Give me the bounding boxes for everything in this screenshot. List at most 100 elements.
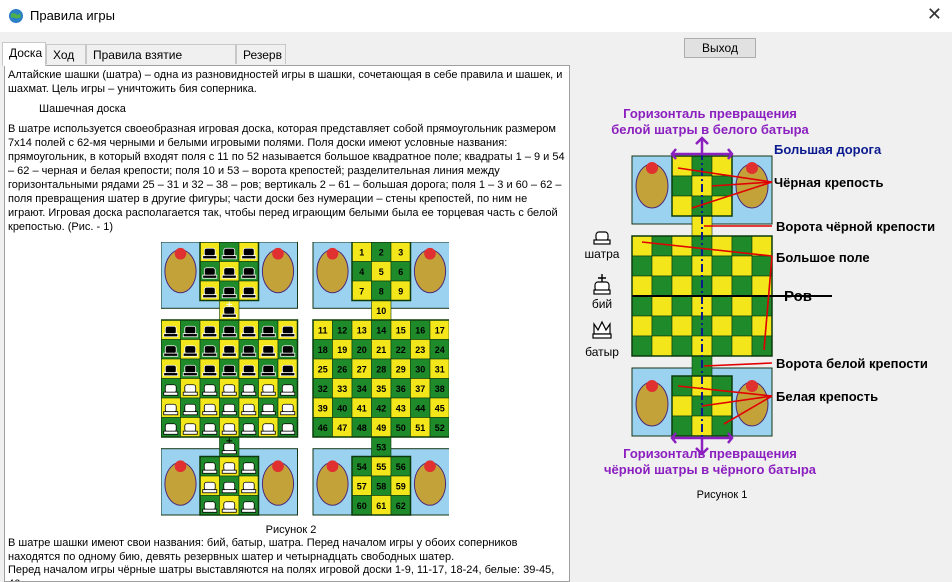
square-number: 59 [396,481,406,491]
black-shatra-piece [202,352,218,357]
square-number: 62 [396,501,406,511]
tab-move[interactable]: Ход [46,44,86,64]
black-shatra-piece [242,286,255,296]
square-number: 23 [415,345,425,355]
black-shatra-piece [221,313,237,318]
square-number: 42 [376,403,386,413]
black-shatra-piece [260,333,276,338]
board-square [671,315,693,337]
figure-1-caption: Рисунок 1 [697,489,748,501]
black-shatra-piece [202,274,218,279]
legend-shatra-label: шатра [585,247,620,261]
square-number: 26 [337,364,347,374]
white-shatra-piece [203,481,216,491]
board-square [731,335,753,357]
square-number: 8 [379,286,384,296]
white-shatra-piece [241,469,257,474]
square-number: 17 [435,325,445,335]
square-number: 53 [376,442,386,452]
square-number: 21 [376,345,386,355]
biy-icon [593,274,611,295]
tab-reserve[interactable]: Резерв [236,44,286,64]
black-shatra-piece [163,352,179,357]
board-square [711,375,733,397]
board-square [731,315,753,337]
tab-capture-rules[interactable]: Правила взятие фигурами [86,44,236,82]
white-shatra-piece [221,508,237,513]
board-square [711,395,733,417]
white-shatra-piece [241,489,257,494]
black-shatra-piece [280,372,296,377]
bird-ornament [646,380,658,392]
title-bar: Правила игры ✕ [0,0,952,32]
square-number: 28 [376,364,386,374]
white-shatra-piece [221,469,237,474]
black-gate-label: Ворота чёрной крепости [776,219,935,234]
white-shatra-piece [242,423,255,432]
legend-biy-label: бий [592,297,612,311]
square-number: 2 [379,247,384,257]
top-promotion-line-1: Горизонталь превращения [623,106,797,121]
black-shatra-piece [221,372,237,377]
board-square [751,315,773,337]
square-number: 47 [337,423,347,433]
close-icon[interactable]: ✕ [927,4,942,25]
black-shatra-piece [221,255,237,260]
white-shatra-piece [203,384,216,393]
board-square [751,235,773,257]
black-shatra-piece [241,352,257,357]
square-number: 50 [396,423,406,433]
black-shatra-piece [280,352,296,357]
white-shatra-piece [182,411,198,416]
square-number: 15 [396,325,406,335]
board-square [711,295,733,317]
white-shatra-piece [280,430,296,435]
square-number: 30 [415,364,425,374]
square-number: 18 [318,345,328,355]
bird-ornament [746,380,758,392]
square-number: 25 [318,364,328,374]
board-square [711,275,733,297]
white-shatra-piece [184,384,197,393]
board-square [631,295,653,317]
globe-icon [9,9,23,23]
board-square [731,295,753,317]
square-number: 35 [376,384,386,394]
square-number: 27 [357,364,367,374]
square-number: 52 [435,423,445,433]
white-shatra-piece [260,411,276,416]
black-shatra-piece [182,333,198,338]
board-square [671,195,693,217]
black-shatra-piece [281,325,294,335]
black-shatra-piece [223,286,236,296]
board-subheading: Шашечная доска [39,103,126,115]
board-square [751,255,773,277]
black-shatra-piece [182,372,198,377]
big-road-label: Большая дорога [774,142,882,157]
exit-button[interactable]: Выход [684,38,756,58]
square-number: 37 [415,384,425,394]
intro-paragraph: Алтайские шашки (шатра) – одна из разнов… [8,69,563,95]
white-shatra-piece [281,423,294,432]
black-shatra-piece [202,372,218,377]
white-shatra-piece [163,430,179,435]
black-shatra-piece [223,345,236,354]
board-square [731,255,753,277]
bottom-promotion-line-2: чёрной шатры в чёрного батыра [604,462,817,477]
square-number: 10 [376,306,386,316]
rules-text-pane[interactable]: Алтайские шашки (шатра) – одна из разнов… [4,65,570,582]
bird-ornament [272,247,284,260]
white-shatra-piece [262,423,275,432]
board-square [631,315,653,337]
tab-board[interactable]: Доска [2,42,46,66]
black-shatra-piece [163,333,179,338]
black-shatra-piece [203,286,216,296]
white-shatra-piece [241,508,257,513]
pieces-paragraph: В шатре шашки имеют свои названия: бий, … [8,537,518,563]
white-shatra-piece [281,403,294,413]
bird-ornament [746,162,758,174]
white-shatra-piece [280,391,296,396]
white-shatra-piece [202,469,218,474]
square-number: 24 [435,345,445,355]
black-shatra-piece [203,345,216,354]
